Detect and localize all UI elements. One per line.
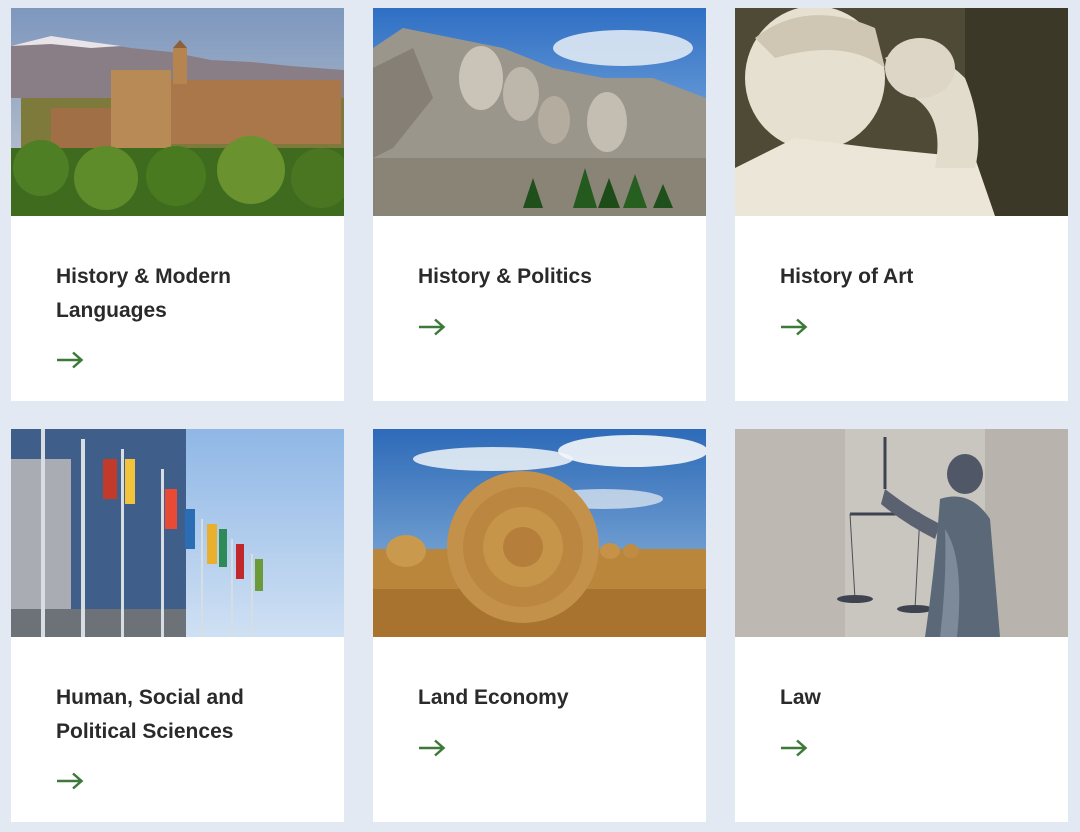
lady-justice-image (735, 429, 1068, 637)
card-title[interactable]: Human, Social and Political Sciences (56, 681, 306, 749)
card-title[interactable]: Land Economy (418, 681, 668, 715)
arrow-right-icon[interactable] (56, 351, 84, 369)
hay-bale-field-image (373, 429, 706, 637)
flags-building-image (11, 429, 344, 637)
alhambra-palace-image (11, 8, 344, 216)
course-card-law[interactable]: Law (735, 429, 1068, 822)
course-card-history-of-art[interactable]: History of Art (735, 8, 1068, 401)
card-title[interactable]: History & Politics (418, 260, 668, 294)
card-title[interactable]: History & Modern Languages (56, 260, 306, 328)
arrow-right-icon[interactable] (780, 318, 808, 336)
mount-rushmore-image (373, 8, 706, 216)
card-title[interactable]: Law (780, 681, 1030, 715)
arrow-right-icon[interactable] (418, 318, 446, 336)
arrow-right-icon[interactable] (418, 739, 446, 757)
david-statue-image (735, 8, 1068, 216)
course-card-land-economy[interactable]: Land Economy (373, 429, 706, 822)
arrow-right-icon[interactable] (56, 772, 84, 790)
course-card-history-politics[interactable]: History & Politics (373, 8, 706, 401)
course-card-grid: History & Modern Languages History & Pol… (0, 0, 1080, 832)
arrow-right-icon[interactable] (780, 739, 808, 757)
course-card-history-modern-languages[interactable]: History & Modern Languages (11, 8, 344, 401)
card-title[interactable]: History of Art (780, 260, 1030, 294)
course-card-human-social-political-sciences[interactable]: Human, Social and Political Sciences (11, 429, 344, 822)
